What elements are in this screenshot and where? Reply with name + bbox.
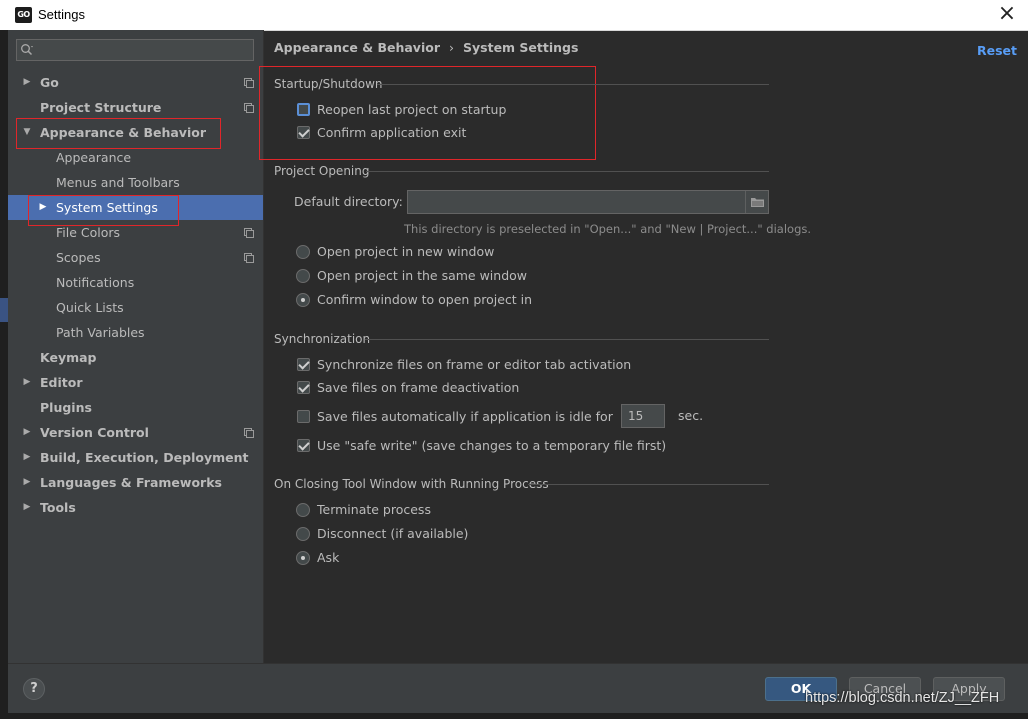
project-opening-section-title: Project Opening (274, 164, 370, 178)
idle-unit-label: sec. (678, 408, 704, 423)
project-level-icon (244, 78, 254, 88)
disconnect-radio[interactable] (296, 527, 310, 541)
section-separator (366, 171, 769, 172)
open-new-window-label[interactable]: Open project in new window (317, 244, 494, 259)
expand-arrow-icon[interactable]: ▶ (22, 420, 32, 445)
confirm-exit-label[interactable]: Confirm application exit (317, 125, 466, 140)
expand-arrow-icon[interactable]: ▶ (22, 370, 32, 395)
open-new-window-radio[interactable] (296, 245, 310, 259)
section-separator (528, 484, 769, 485)
dialog-footer: ? OK Cancel Apply (8, 663, 1028, 714)
default-directory-input[interactable] (407, 190, 769, 214)
section-separator (365, 339, 769, 340)
breadcrumb-current: System Settings (463, 40, 579, 55)
sidebar-item-appearance[interactable]: Appearance (8, 145, 263, 170)
collapse-arrow-icon[interactable]: ▼ (22, 120, 32, 145)
disconnect-label[interactable]: Disconnect (if available) (317, 526, 468, 541)
safe-write-label[interactable]: Use "safe write" (save changes to a temp… (317, 438, 666, 453)
breadcrumb-parent[interactable]: Appearance & Behavior (274, 40, 440, 55)
save-when-idle-checkbox[interactable] (297, 410, 310, 423)
expand-arrow-icon[interactable]: ▶ (38, 195, 48, 220)
settings-search-input[interactable] (16, 39, 254, 61)
close-icon: × (997, 1, 1017, 26)
sidebar-item-go[interactable]: ▶ Go (8, 70, 263, 95)
open-same-window-radio[interactable] (296, 269, 310, 283)
sidebar-item-languages-frameworks[interactable]: ▶ Languages & Frameworks (8, 470, 263, 495)
section-separator (377, 84, 769, 85)
breadcrumb-separator: › (449, 40, 454, 55)
default-directory-hint: This directory is preselected in "Open..… (404, 222, 812, 236)
sidebar-item-editor[interactable]: ▶ Editor (8, 370, 263, 395)
sync-on-activation-checkbox[interactable] (297, 358, 310, 371)
expand-arrow-icon[interactable]: ▶ (22, 470, 32, 495)
save-when-idle-label[interactable]: Save files automatically if application … (317, 409, 613, 424)
help-icon: ? (30, 681, 38, 696)
window-bottom-edge (0, 713, 1028, 719)
app-logo-icon: GO (15, 7, 32, 23)
confirm-window-radio[interactable] (296, 293, 310, 307)
sidebar-item-file-colors[interactable]: File Colors (8, 220, 263, 245)
synchronization-section-title: Synchronization (274, 332, 371, 346)
browse-directory-button[interactable] (745, 191, 769, 213)
sidebar-item-build-execution-deployment[interactable]: ▶ Build, Execution, Deployment (8, 445, 263, 470)
breadcrumb: Appearance & Behavior › System Settings (274, 40, 578, 55)
close-window-button[interactable]: × (996, 3, 1018, 25)
default-directory-label: Default directory: (294, 194, 403, 209)
settings-sidebar: ▶ Go Project Structure ▼ Appearance & Be… (8, 30, 264, 663)
startup-section-title: Startup/Shutdown (274, 77, 383, 91)
window-title: Settings (38, 7, 85, 22)
project-level-icon (244, 428, 254, 438)
expand-arrow-icon[interactable]: ▶ (22, 70, 32, 95)
terminate-process-label[interactable]: Terminate process (317, 502, 431, 517)
sidebar-item-version-control[interactable]: ▶ Version Control (8, 420, 263, 445)
sync-on-activation-label[interactable]: Synchronize files on frame or editor tab… (317, 357, 631, 372)
folder-icon (751, 198, 764, 207)
search-icon (21, 44, 33, 56)
sidebar-item-scopes[interactable]: Scopes (8, 245, 263, 270)
confirm-window-label[interactable]: Confirm window to open project in (317, 292, 532, 307)
open-same-window-label[interactable]: Open project in the same window (317, 268, 527, 283)
sidebar-item-quick-lists[interactable]: Quick Lists (8, 295, 263, 320)
sidebar-item-tools[interactable]: ▶ Tools (8, 495, 263, 520)
sidebar-item-path-variables[interactable]: Path Variables (8, 320, 263, 345)
expand-arrow-icon[interactable]: ▶ (22, 445, 32, 470)
closing-section-title: On Closing Tool Window with Running Proc… (274, 477, 549, 491)
window-titlebar: GO Settings × (0, 0, 1028, 31)
terminate-process-radio[interactable] (296, 503, 310, 517)
project-level-icon (244, 103, 254, 113)
confirm-exit-checkbox[interactable] (297, 126, 310, 139)
watermark-text: https://blog.csdn.net/ZJ__ZFH (805, 690, 1000, 706)
save-on-deactivation-checkbox[interactable] (297, 381, 310, 394)
sidebar-item-menus-toolbars[interactable]: Menus and Toolbars (8, 170, 263, 195)
background-editor-strip (0, 30, 8, 719)
project-level-icon (244, 228, 254, 238)
expand-arrow-icon[interactable]: ▶ (22, 495, 32, 520)
help-button[interactable]: ? (23, 678, 45, 700)
sidebar-item-keymap[interactable]: Keymap (8, 345, 263, 370)
ask-label[interactable]: Ask (317, 550, 339, 565)
sidebar-item-system-settings[interactable]: ▶ System Settings (8, 195, 263, 220)
sidebar-item-notifications[interactable]: Notifications (8, 270, 263, 295)
reset-button[interactable]: Reset (977, 43, 1017, 58)
ask-radio[interactable] (296, 551, 310, 565)
reopen-last-project-label[interactable]: Reopen last project on startup (317, 102, 506, 117)
save-on-deactivation-label[interactable]: Save files on frame deactivation (317, 380, 519, 395)
idle-seconds-input[interactable]: 15 (621, 404, 665, 428)
sidebar-item-project-structure[interactable]: Project Structure (8, 95, 263, 120)
project-level-icon (244, 253, 254, 263)
sidebar-item-plugins[interactable]: Plugins (8, 395, 263, 420)
safe-write-checkbox[interactable] (297, 439, 310, 452)
sidebar-item-appearance-behavior[interactable]: ▼ Appearance & Behavior (8, 120, 263, 145)
reopen-last-project-checkbox[interactable] (297, 103, 310, 116)
